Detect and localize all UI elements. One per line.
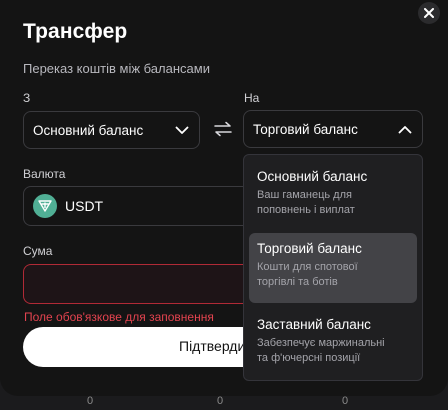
confirm-button-label: Підтвердити bbox=[179, 338, 248, 354]
modal-subtitle: Переказ коштів між балансами bbox=[23, 61, 210, 76]
dropdown-option-main[interactable]: Основний баланс Ваш гаманець для поповне… bbox=[249, 161, 417, 229]
chevron-down-icon bbox=[175, 126, 189, 134]
option-description-line: Забезпечує маржинальні bbox=[257, 337, 385, 349]
amount-label: Сума bbox=[23, 244, 53, 258]
background-value: 0 bbox=[217, 395, 224, 407]
option-description: Ваш гаманець для поповнень і виплат bbox=[257, 188, 409, 218]
option-description-line: Кошти для спотової bbox=[257, 261, 358, 273]
dropdown-option-collateral[interactable]: Заставний баланс Забезпечує маржинальні … bbox=[249, 309, 417, 375]
option-title: Заставний баланс bbox=[257, 317, 371, 332]
option-title: Основний баланс bbox=[257, 169, 368, 184]
close-icon bbox=[424, 8, 434, 18]
from-balance-select[interactable]: Основний баланс bbox=[23, 111, 200, 149]
amount-error-message: Поле обов'язкове для заповнення bbox=[24, 310, 214, 324]
confirm-button[interactable]: Підтвердити bbox=[23, 327, 248, 367]
swap-arrows-icon bbox=[214, 121, 232, 137]
close-button[interactable] bbox=[418, 2, 440, 24]
background-value: 0 bbox=[342, 395, 349, 407]
transfer-modal: Трансфер Переказ коштів між балансами З … bbox=[0, 0, 448, 396]
from-label: З bbox=[23, 91, 31, 105]
option-description-line: Ваш гаманець для bbox=[257, 189, 352, 201]
option-description: Кошти для спотової торгівлі та ботів bbox=[257, 260, 409, 290]
amount-input[interactable] bbox=[23, 264, 248, 304]
background-row: 0 0 0 bbox=[0, 395, 448, 410]
modal-title: Трансфер bbox=[23, 20, 128, 43]
dropdown-option-trading[interactable]: Торговий баланс Кошти для спотової торгі… bbox=[249, 233, 417, 303]
balance-dropdown: Основний баланс Ваш гаманець для поповне… bbox=[243, 154, 423, 381]
chevron-up-icon bbox=[398, 125, 412, 133]
option-description: Забезпечує маржинальні та ф'ючерсні пози… bbox=[257, 336, 409, 366]
option-description-line: торгівлі та ботів bbox=[257, 276, 338, 288]
usdt-icon bbox=[33, 194, 57, 218]
currency-select[interactable]: USDT bbox=[23, 186, 248, 226]
to-balance-select[interactable]: Торговий баланс bbox=[243, 110, 423, 148]
swap-button[interactable] bbox=[211, 117, 235, 141]
option-description-line: поповнень і виплат bbox=[257, 204, 355, 216]
from-balance-value: Основний баланс bbox=[33, 122, 144, 138]
to-balance-value: Торговий баланс bbox=[253, 121, 358, 137]
to-label: На bbox=[244, 91, 260, 105]
option-description-line: та ф'ючерсні позиції bbox=[257, 352, 361, 364]
option-title: Торговий баланс bbox=[257, 241, 362, 256]
currency-label: Валюта bbox=[23, 167, 66, 181]
currency-value: USDT bbox=[65, 198, 104, 214]
background-value: 0 bbox=[87, 395, 94, 407]
